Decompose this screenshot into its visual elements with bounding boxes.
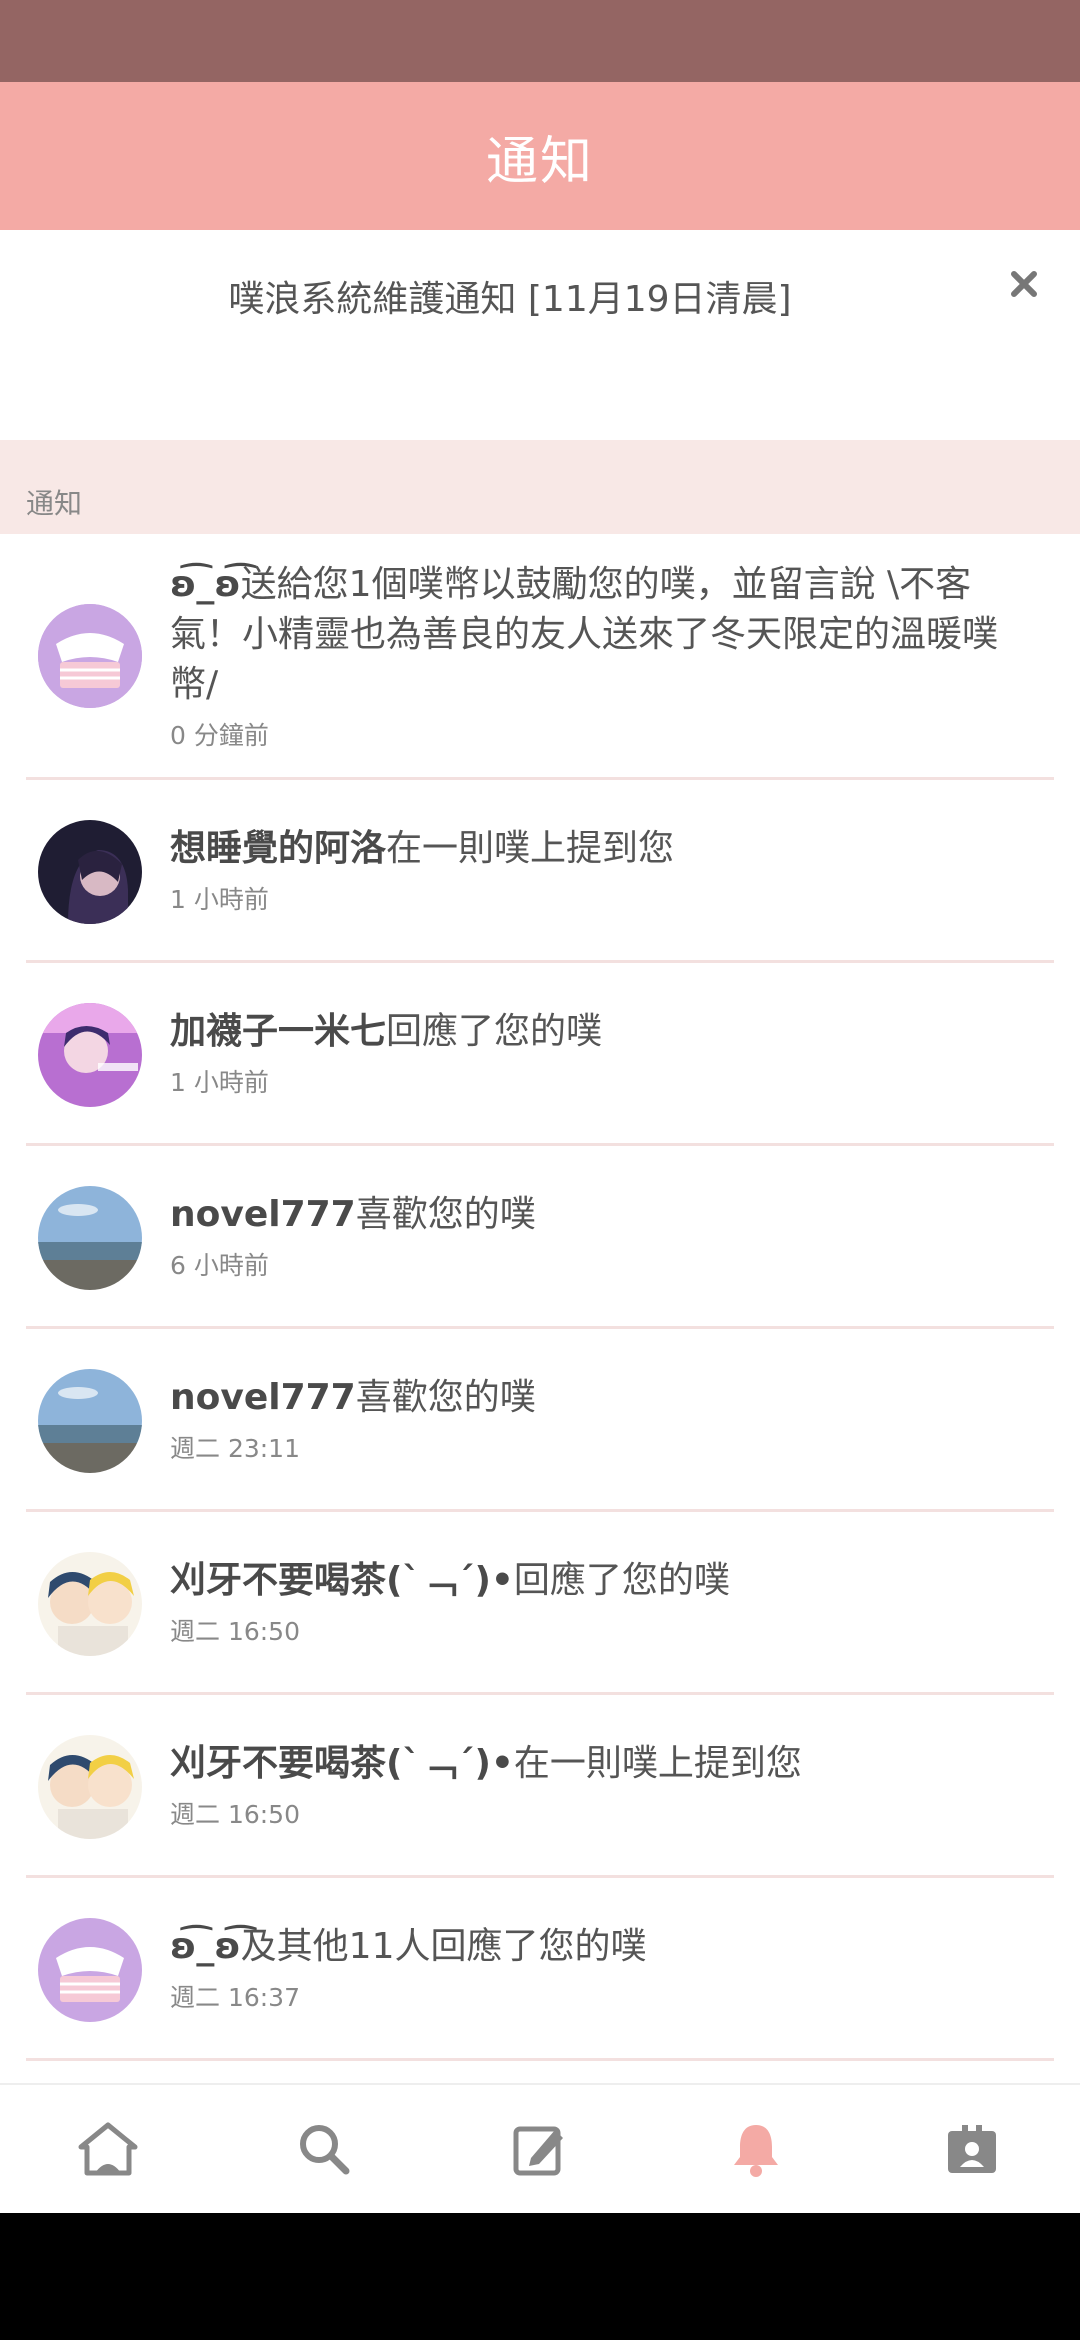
notification-item[interactable]: novel777喜歡您的噗 週二 23:11	[0, 1329, 1080, 1512]
timestamp: 0 分鐘前	[170, 721, 269, 750]
actor-name[interactable]: ʚ͡_ʚ͡	[170, 564, 241, 605]
tab-home[interactable]	[0, 2085, 216, 2213]
actor-name[interactable]: 加襪子一米七	[170, 1011, 386, 1052]
notification-text: 在一則噗上提到您	[513, 1743, 802, 1784]
avatar[interactable]	[38, 1552, 142, 1656]
tab-profile[interactable]	[864, 2085, 1080, 2213]
avatar[interactable]	[38, 820, 142, 924]
timestamp: 週二 23:11	[170, 1434, 300, 1463]
notification-text: 喜歡您的噗	[355, 1377, 536, 1418]
notification-text: 在一則噗上提到您	[386, 828, 675, 869]
avatar[interactable]	[38, 604, 142, 708]
close-icon[interactable]	[1004, 264, 1044, 304]
actor-name[interactable]: novel777	[170, 1377, 356, 1418]
announcement-text[interactable]: 噗浪系統維護通知 [11月19日清晨]	[0, 270, 1080, 322]
notification-list: ʚ͡_ʚ͡送給您1個噗幣以鼓勵您的噗，並留言說 \不客氣！小精靈也為善良的友人送…	[0, 534, 1080, 2084]
avatar[interactable]	[38, 1918, 142, 2022]
status-bar	[0, 0, 1080, 82]
notification-item[interactable]: novel777喜歡您的噗 6 小時前	[0, 1146, 1080, 1329]
notification-item[interactable]: 刈牙不要喝茶(ˋ﹁ˊ)•回應了您的噗 週二 16:50	[0, 1512, 1080, 1695]
tab-compose[interactable]	[432, 2085, 648, 2213]
page-title: 通知	[485, 131, 594, 192]
section-header: 通知	[0, 440, 1080, 534]
notification-item[interactable]: 想睡覺的阿洛在一則噗上提到您 1 小時前	[0, 780, 1080, 963]
notification-text: 喜歡您的噗	[355, 1194, 536, 1235]
notification-text: 及其他11人回應了您的噗	[240, 1926, 647, 1967]
actor-name[interactable]: 刈牙不要喝茶(ˋ﹁ˊ)•	[170, 1560, 514, 1601]
timestamp: 週二 16:37	[170, 1983, 300, 2012]
actor-name[interactable]: ʚ͡_ʚ͡	[170, 1926, 241, 1967]
notification-item[interactable]: 加襪子一米七回應了您的噗 1 小時前	[0, 963, 1080, 1146]
actor-name[interactable]: 想睡覺的阿洛	[170, 828, 386, 869]
announcement-banner[interactable]: 噗浪系統維護通知 [11月19日清晨]	[0, 230, 1080, 440]
actor-name[interactable]: 刈牙不要喝茶(ˋ﹁ˊ)•	[170, 1743, 514, 1784]
bell-icon[interactable]	[730, 2121, 782, 2177]
notification-text: 回應了您的噗	[386, 1011, 603, 1052]
actor-name[interactable]: novel777	[170, 1194, 356, 1235]
avatar[interactable]	[38, 1735, 142, 1839]
title-bar: 通知	[0, 82, 1080, 230]
tab-search[interactable]	[216, 2085, 432, 2213]
notification-item[interactable]: 刈牙不要喝茶(ˋ﹁ˊ)•在一則噗上提到您 週二 16:50	[0, 1695, 1080, 1878]
compose-icon[interactable]	[511, 2120, 569, 2178]
notification-text: 回應了您的噗	[513, 1560, 730, 1601]
tab-notifications[interactable]	[648, 2085, 864, 2213]
notification-item[interactable]: ʚ͡_ʚ͡及其他11人回應了您的噗 週二 16:37	[0, 1878, 1080, 2061]
profile-card-icon[interactable]	[944, 2121, 1000, 2177]
timestamp: 1 小時前	[170, 885, 269, 914]
timestamp: 週二 16:50	[170, 1617, 300, 1646]
timestamp: 週二 16:50	[170, 1800, 300, 1829]
avatar[interactable]	[38, 1369, 142, 1473]
timestamp: 6 小時前	[170, 1251, 269, 1280]
notification-item[interactable]: ʚ͡_ʚ͡送給您1個噗幣以鼓勵您的噗，並留言說 \不客氣！小精靈也為善良的友人送…	[0, 534, 1080, 780]
notification-text: 送給您1個噗幣以鼓勵您的噗，並留言說 \不客氣！小精靈也為善良的友人送來了冬天限…	[170, 564, 999, 705]
system-nav-bar	[0, 2213, 1080, 2340]
section-label: 通知	[26, 487, 83, 520]
avatar[interactable]	[38, 1186, 142, 1290]
avatar[interactable]	[38, 1003, 142, 1107]
search-icon[interactable]	[296, 2121, 352, 2177]
timestamp: 1 小時前	[170, 1068, 269, 1097]
home-icon[interactable]	[77, 2121, 139, 2177]
bottom-tab-bar	[0, 2083, 1080, 2213]
